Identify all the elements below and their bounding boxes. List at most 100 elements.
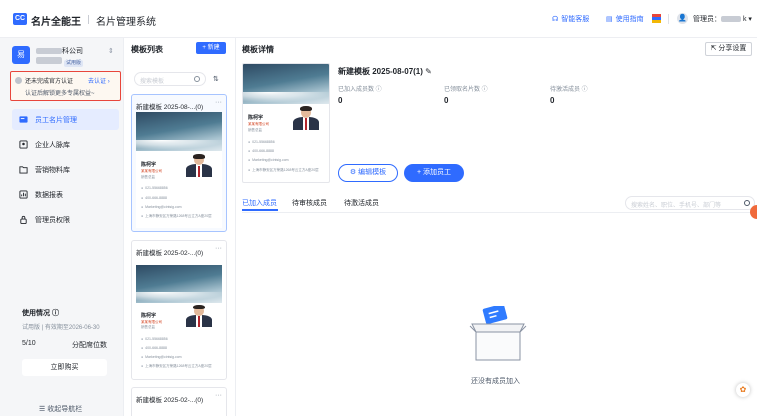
card-preview: 陈柯宇某某有限公司销售总监021-55668856400-666-8888Mar…: [136, 112, 222, 228]
company-avatar: 易: [12, 46, 30, 64]
sidebar-item-employee-cards[interactable]: 员工名片管理: [12, 109, 119, 130]
card-contact-row: 400-666-8888: [248, 149, 274, 153]
wave-crest: [243, 92, 329, 102]
chevron-right-icon: ›: [107, 79, 110, 85]
folder-icon: [19, 166, 28, 174]
company-tags: 试用版: [36, 57, 85, 67]
card-person-name: 陈柯宇: [141, 313, 157, 319]
portrait: [293, 106, 319, 130]
sidebar-item-admin-permissions[interactable]: 管理员权限: [12, 209, 119, 230]
go-certify-link[interactable]: 去认证 ›: [88, 76, 110, 85]
card-contact-row: 400-666-8888: [141, 346, 167, 350]
cert-title: 还未完成官方认证: [25, 79, 74, 85]
more-icon[interactable]: ···: [215, 99, 222, 106]
card-contact-row: 400-666-8888: [141, 196, 167, 200]
sidebar-item-marketing[interactable]: 营销物料库: [12, 159, 119, 180]
logo-icon: CC: [13, 13, 27, 25]
card-company: 某某有限公司: [141, 169, 162, 173]
chart-icon: [19, 190, 28, 199]
template-card[interactable]: 新建模板 2025-08-...(0) ··· 陈柯宇某某有限公司销售总监021…: [131, 94, 227, 232]
card-contact-row: Marketing@cintsig.com: [141, 205, 181, 209]
template-card[interactable]: 新建模板 2025-02-...(0) ···: [131, 387, 227, 416]
brand-name: 名片全能王: [31, 17, 81, 28]
card-position: 销售总监: [248, 128, 262, 132]
header-divider: [88, 15, 89, 24]
card-position: 销售总监: [141, 325, 155, 329]
card-contact-row: Marketing@cintsig.com: [141, 355, 181, 359]
stat-value-claimed: 0: [444, 96, 449, 105]
company-name: 科公司: [36, 46, 83, 56]
template-list-heading: 模板列表: [131, 45, 163, 54]
detail-heading: 模板详情: [242, 45, 274, 54]
admin-menu[interactable]: 管理员： k ▾: [693, 14, 752, 24]
chevron-down-icon: ▾: [748, 16, 752, 23]
headset-icon: ☊: [552, 16, 559, 23]
edit-pencil-icon[interactable]: ✎: [425, 67, 432, 76]
contacts-icon: [19, 140, 28, 149]
stat-label-joined: 已加入成员数 ⓘ: [338, 87, 382, 93]
card-contact-row: 021-55668856: [141, 337, 168, 341]
stat-value-pending: 0: [550, 96, 555, 105]
new-template-button[interactable]: + 新建: [196, 42, 226, 54]
search-icon: [744, 200, 750, 206]
template-preview-card: 陈柯宇某某有限公司销售总监 021-55668856 400-666-8888 Mar…: [242, 63, 330, 183]
usage-title: 使用情况 ⓘ: [22, 310, 59, 317]
search-icon: [194, 76, 200, 82]
company-badge-redacted: [36, 57, 62, 64]
edit-template-button[interactable]: ⚙ 编辑模板: [338, 164, 398, 182]
share-settings-button[interactable]: ⇱ 分享设置: [705, 42, 752, 56]
assign-seats-link[interactable]: 分配席位数: [72, 340, 107, 350]
card-company: 某某有限公司: [248, 122, 269, 126]
more-icon[interactable]: ···: [215, 392, 222, 399]
user-avatar-icon[interactable]: 👤: [677, 13, 688, 24]
stat-label-pending: 待激活成员 ⓘ: [550, 87, 588, 93]
card-preview: 陈柯宇某某有限公司销售总监021-55668856400-666-8888Mar…: [136, 265, 222, 377]
seat-count: 5/10: [22, 340, 36, 347]
cert-subtitle: 认证后解锁更多专属权益~: [25, 91, 95, 97]
company-name-redacted: [36, 48, 62, 55]
header-separator: [668, 14, 669, 24]
share-icon: ⇱: [710, 45, 717, 52]
user-guide-link[interactable]: ▤ 使用指南: [606, 14, 644, 24]
page-system-title: 名片管理系统: [96, 17, 156, 28]
template-search-input[interactable]: 搜索模板: [134, 72, 206, 86]
buy-now-button[interactable]: 立即购买: [22, 359, 107, 376]
tab-joined-members[interactable]: 已加入成员: [242, 198, 277, 208]
template-name: 新建模板 2025-08-07(1) ✎: [338, 67, 432, 76]
admin-name-redacted: [721, 16, 741, 23]
template-card[interactable]: 新建模板 2025-02-...(0) ··· 陈柯宇某某有限公司销售总监021…: [131, 240, 227, 380]
doc-icon: ▤: [606, 16, 613, 23]
wave-crest: [136, 139, 222, 150]
portrait: [186, 154, 212, 177]
lock-icon: [20, 215, 27, 224]
stat-label-claimed: 已领取名片数 ⓘ: [444, 87, 488, 93]
sidebar-item-contacts[interactable]: 企业人脉库: [12, 134, 119, 155]
sort-icon[interactable]: ⇅: [213, 75, 219, 83]
card-contact-row: 021-55668856: [248, 140, 275, 144]
sidebar-item-reports[interactable]: 数据报表: [12, 184, 119, 205]
sidebar: 易 科公司 试用版 ⇕ 还未完成官方认证 去认证 › 认证后解锁更多专属权益~ …: [0, 38, 124, 416]
usage-expiry: 试用版 | 有效期至2026-06-30: [22, 325, 100, 331]
gear-icon: ⚙: [349, 169, 357, 176]
tab-pending-activation[interactable]: 待激活成员: [344, 198, 379, 208]
feedback-tab[interactable]: [750, 205, 757, 219]
tab-pending-review[interactable]: 待审核成员: [292, 198, 327, 208]
empty-state-text: 还没有成员加入: [471, 378, 520, 385]
portrait: [186, 305, 212, 327]
member-search-input[interactable]: 搜索姓名、职位、手机号、部门等: [625, 196, 755, 210]
collapse-nav-button[interactable]: ☰ 收起导航栏: [39, 404, 82, 414]
column-divider: [235, 38, 236, 416]
more-icon[interactable]: ···: [215, 245, 222, 252]
language-flag-icon[interactable]: [652, 14, 661, 23]
smart-service-link[interactable]: ☊ 智能客服: [552, 14, 589, 24]
empty-box-illustration: [469, 306, 527, 361]
company-switch-icon[interactable]: ⇕: [108, 47, 114, 55]
card-contact-row: Marketing@cintsig.com: [248, 158, 288, 162]
card-person-name: 陈柯宇: [248, 115, 264, 121]
gift-icon[interactable]: ✿: [736, 383, 750, 397]
active-tab-indicator: [242, 209, 278, 211]
add-employee-button[interactable]: + 添加员工: [404, 164, 464, 182]
tab-divider: [242, 212, 757, 213]
certification-banner[interactable]: 还未完成官方认证 去认证 › 认证后解锁更多专属权益~: [10, 71, 121, 101]
card-contact-row: 021-55668856: [141, 186, 168, 190]
